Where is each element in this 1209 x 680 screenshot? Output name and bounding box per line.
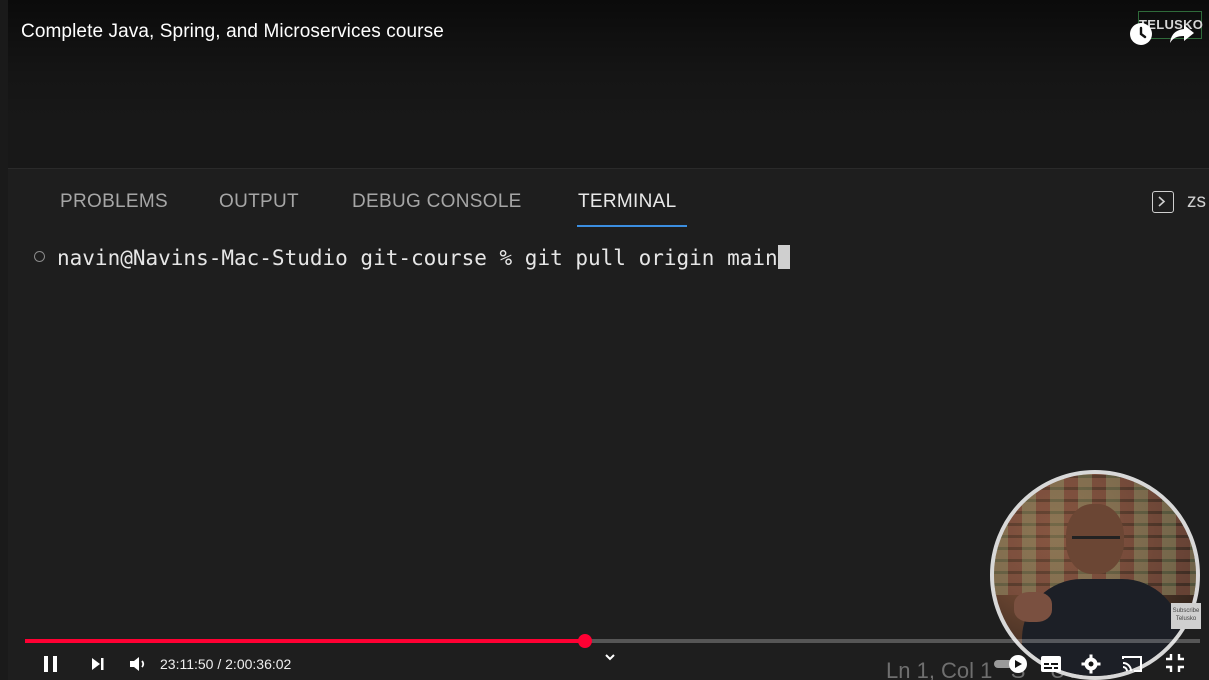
- terminal-shell-icon[interactable]: [1152, 191, 1174, 213]
- presenter-hand: [1014, 592, 1052, 622]
- progress-bar[interactable]: [25, 634, 1200, 648]
- terminal-shell-name: zs: [1187, 191, 1206, 212]
- chevron-down-icon[interactable]: [603, 652, 617, 662]
- exit-fullscreen-icon[interactable]: [1164, 652, 1186, 674]
- active-tab-indicator: [577, 225, 687, 227]
- video-top-overlay: Complete Java, Spring, and Microservices…: [8, 0, 1209, 168]
- terminal-cursor: [777, 245, 790, 269]
- time-separator: /: [213, 656, 226, 672]
- command-status-circle-icon: [34, 251, 45, 262]
- cast-icon[interactable]: [1121, 654, 1143, 674]
- duration: 2:00:36:02: [225, 656, 292, 672]
- current-time: 23:11:50: [160, 656, 214, 672]
- pause-icon[interactable]: [42, 654, 60, 674]
- tab-problems[interactable]: PROBLEMS: [60, 191, 168, 213]
- terminal-line[interactable]: navin@Navins-Mac-Studio git-course % git…: [34, 245, 790, 270]
- share-icon[interactable]: [1169, 21, 1195, 45]
- captions-icon[interactable]: [1040, 655, 1062, 673]
- presenter-glasses: [1072, 536, 1120, 549]
- tab-debug-console[interactable]: DEBUG CONSOLE: [352, 191, 522, 213]
- tab-terminal[interactable]: TERMINAL: [578, 191, 676, 213]
- subscribe-badge[interactable]: Subscribe Telusko: [1171, 603, 1201, 629]
- panel-tabs: PROBLEMS OUTPUT DEBUG CONSOLE TERMINAL z…: [8, 169, 1209, 229]
- settings-icon[interactable]: [1081, 654, 1101, 674]
- progress-played: [25, 639, 586, 643]
- video-player[interactable]: Complete Java, Spring, and Microservices…: [8, 0, 1209, 680]
- autoplay-toggle-icon[interactable]: [994, 654, 1032, 674]
- tab-output[interactable]: OUTPUT: [219, 191, 299, 213]
- time-display: 23:11:50 / 2:00:36:02: [160, 656, 291, 672]
- next-icon[interactable]: [90, 656, 106, 672]
- video-title[interactable]: Complete Java, Spring, and Microservices…: [21, 21, 444, 43]
- terminal-prompt: navin@Navins-Mac-Studio git-course %: [57, 246, 525, 270]
- clock-icon[interactable]: [1129, 22, 1153, 46]
- terminal-command: git pull origin main: [524, 246, 778, 270]
- player-controls: 23:11:50 / 2:00:36:02: [8, 648, 1209, 680]
- volume-icon[interactable]: [128, 655, 148, 673]
